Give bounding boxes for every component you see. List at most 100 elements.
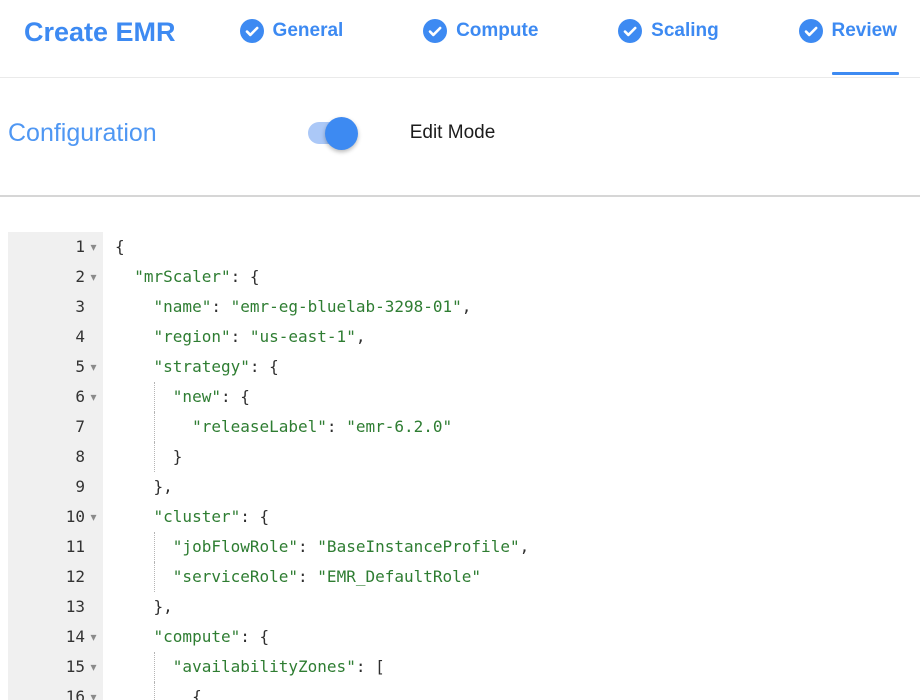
code-line: 13 }, — [8, 592, 912, 622]
json-editor[interactable]: 1▾{2▾ "mrScaler": {3 "name": "emr-eg-blu… — [8, 232, 912, 700]
line-number: 4 — [75, 322, 85, 352]
fold-arrow-icon[interactable]: ▾ — [85, 352, 102, 382]
tab-label: Compute — [456, 20, 538, 42]
line-number: 3 — [75, 292, 85, 322]
tab-general[interactable]: General — [240, 19, 344, 43]
gutter-cell: 3 — [8, 292, 103, 322]
code-text[interactable]: "releaseLabel": "emr-6.2.0" — [103, 412, 912, 442]
tab-compute[interactable]: Compute — [423, 19, 538, 43]
fold-arrow-icon[interactable]: ▾ — [85, 382, 102, 412]
fold-arrow-icon[interactable]: ▾ — [85, 232, 102, 262]
indent-guide — [154, 652, 155, 682]
gutter-cell: 12 — [8, 562, 103, 592]
code-line: 3 "name": "emr-eg-bluelab-3298-01", — [8, 292, 912, 322]
gutter-cell: 13 — [8, 592, 103, 622]
check-circle-icon — [799, 19, 823, 43]
section-divider — [0, 195, 920, 197]
code-line: 6▾ "new": { — [8, 382, 912, 412]
indent-guide — [154, 382, 155, 412]
code-line: 7 "releaseLabel": "emr-6.2.0" — [8, 412, 912, 442]
header: Create EMR General Compute Scaling Review — [0, 0, 920, 78]
code-line: 8 } — [8, 442, 912, 472]
fold-arrow-icon[interactable]: ▾ — [85, 502, 102, 532]
check-circle-icon — [618, 19, 642, 43]
code-text[interactable]: "compute": { — [103, 622, 912, 652]
section-title: Configuration — [8, 119, 157, 148]
tab-scaling[interactable]: Scaling — [618, 19, 719, 43]
code-line: 10▾ "cluster": { — [8, 502, 912, 532]
wizard-steps: General Compute Scaling Review — [240, 17, 897, 43]
fold-arrow-icon[interactable]: ▾ — [85, 622, 102, 652]
gutter-cell: 1▾ — [8, 232, 103, 262]
edit-mode-label: Edit Mode — [410, 122, 496, 144]
indent-guide — [154, 442, 155, 472]
code-line: 14▾ "compute": { — [8, 622, 912, 652]
gutter-cell: 14▾ — [8, 622, 103, 652]
fold-arrow-icon[interactable]: ▾ — [85, 652, 102, 682]
code-text[interactable]: "serviceRole": "EMR_DefaultRole" — [103, 562, 912, 592]
code-text[interactable]: "strategy": { — [103, 352, 912, 382]
gutter-cell: 8 — [8, 442, 103, 472]
indent-guide — [154, 562, 155, 592]
code-line: 1▾{ — [8, 232, 912, 262]
code-line: 16▾ { — [8, 682, 912, 700]
code-line: 5▾ "strategy": { — [8, 352, 912, 382]
gutter-cell: 6▾ — [8, 382, 103, 412]
tab-label: Scaling — [651, 20, 719, 42]
line-number: 5 — [75, 352, 85, 382]
line-number: 13 — [66, 592, 85, 622]
tab-review[interactable]: Review — [799, 19, 897, 43]
active-tab-underline — [832, 72, 899, 75]
code-line: 11 "jobFlowRole": "BaseInstanceProfile", — [8, 532, 912, 562]
gutter-cell: 2▾ — [8, 262, 103, 292]
gutter-cell: 7 — [8, 412, 103, 442]
code-text[interactable]: { — [103, 232, 912, 262]
line-number: 6 — [75, 382, 85, 412]
fold-arrow-icon[interactable]: ▾ — [85, 262, 102, 292]
line-number: 12 — [66, 562, 85, 592]
line-number: 16 — [66, 682, 85, 700]
code-line: 2▾ "mrScaler": { — [8, 262, 912, 292]
code-text[interactable]: "mrScaler": { — [103, 262, 912, 292]
gutter-cell: 10▾ — [8, 502, 103, 532]
toggle-knob — [325, 117, 358, 150]
check-circle-icon — [240, 19, 264, 43]
gutter-cell: 16▾ — [8, 682, 103, 700]
code-line: 12 "serviceRole": "EMR_DefaultRole" — [8, 562, 912, 592]
code-text[interactable]: }, — [103, 472, 912, 502]
line-number: 10 — [66, 502, 85, 532]
check-circle-icon — [423, 19, 447, 43]
code-text[interactable]: }, — [103, 592, 912, 622]
edit-mode-toggle[interactable] — [308, 116, 356, 150]
gutter-cell: 11 — [8, 532, 103, 562]
tab-label: General — [273, 20, 344, 42]
code-line: 15▾ "availabilityZones": [ — [8, 652, 912, 682]
code-line: 4 "region": "us-east-1", — [8, 322, 912, 352]
code-text[interactable]: { — [103, 682, 912, 700]
gutter-cell: 9 — [8, 472, 103, 502]
indent-guide — [154, 412, 155, 442]
line-number: 1 — [75, 232, 85, 262]
line-number: 9 — [75, 472, 85, 502]
code-line: 9 }, — [8, 472, 912, 502]
line-number: 11 — [66, 532, 85, 562]
gutter-cell: 5▾ — [8, 352, 103, 382]
code-text[interactable]: "region": "us-east-1", — [103, 322, 912, 352]
indent-guide — [154, 682, 155, 700]
code-text[interactable]: "cluster": { — [103, 502, 912, 532]
line-number: 2 — [75, 262, 85, 292]
code-text[interactable]: "availabilityZones": [ — [103, 652, 912, 682]
indent-guide — [154, 532, 155, 562]
code-text[interactable]: "name": "emr-eg-bluelab-3298-01", — [103, 292, 912, 322]
code-text[interactable]: } — [103, 442, 912, 472]
gutter-cell: 15▾ — [8, 652, 103, 682]
gutter-cell: 4 — [8, 322, 103, 352]
line-number: 7 — [75, 412, 85, 442]
configuration-bar: Configuration Edit Mode — [8, 111, 912, 155]
page-title: Create EMR — [24, 17, 176, 47]
code-text[interactable]: "jobFlowRole": "BaseInstanceProfile", — [103, 532, 912, 562]
fold-arrow-icon[interactable]: ▾ — [85, 682, 102, 700]
code-text[interactable]: "new": { — [103, 382, 912, 412]
line-number: 8 — [75, 442, 85, 472]
line-number: 15 — [66, 652, 85, 682]
